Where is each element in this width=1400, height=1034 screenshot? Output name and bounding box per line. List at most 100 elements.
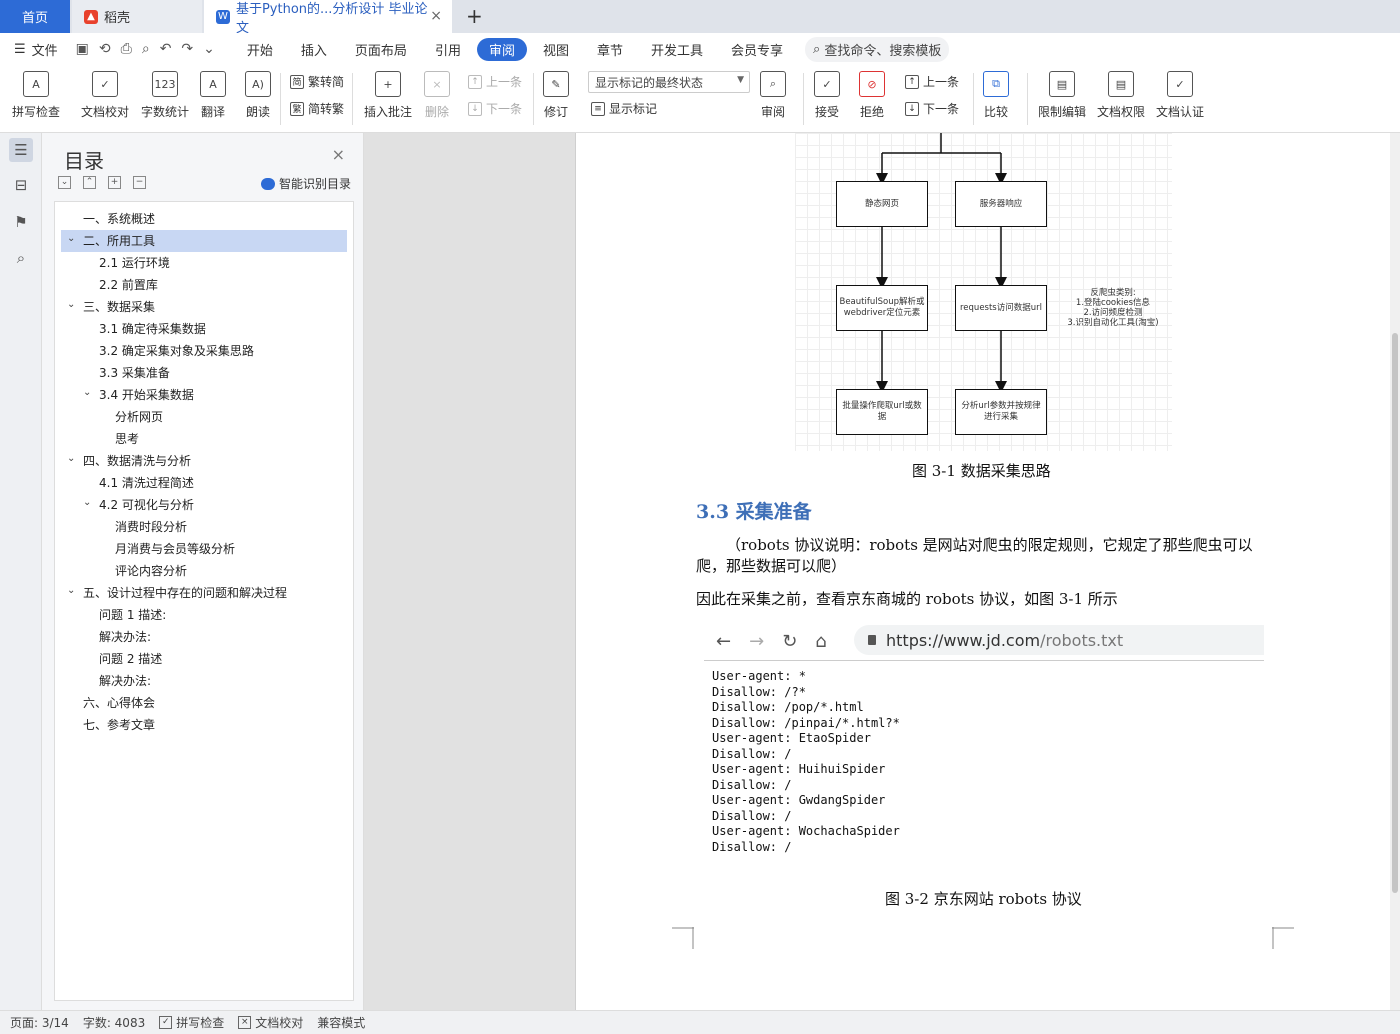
menu-item[interactable]: 章节 <box>585 38 635 61</box>
toc-item[interactable]: 评论内容分析 <box>61 560 347 582</box>
menu-item[interactable]: 会员专享 <box>719 38 795 61</box>
prev-change-button[interactable]: ↑ 上一条 <box>905 73 959 90</box>
search-icon[interactable]: ⌕ <box>9 246 33 270</box>
chevron-down-icon[interactable]: ⌄ <box>67 294 75 316</box>
toc-item[interactable]: 解决办法: <box>61 626 347 648</box>
toc-item[interactable]: ⌄ 二、所用工具 <box>61 230 347 252</box>
tab-document[interactable]: W 基于Python的...分析设计 毕业论文 × <box>204 0 452 36</box>
toc-item-label: 思考 <box>115 432 140 446</box>
status-doc-proof[interactable]: × 文档校对 <box>238 1014 303 1031</box>
tab-home[interactable]: 首页 <box>0 0 70 33</box>
toc-item-label: 解决办法: <box>99 674 152 688</box>
toc-item[interactable]: 问题 1 描述: <box>61 604 347 626</box>
toc-item[interactable]: 六、心得体会 <box>61 692 347 714</box>
toc-item[interactable]: 3.3 采集准备 <box>61 362 347 384</box>
toc-item[interactable]: 一、系统概述 <box>61 208 347 230</box>
toc-panel-icon[interactable]: ☰ <box>9 138 33 162</box>
word-count-button[interactable]: 123 字数统计 <box>141 71 189 120</box>
vertical-scrollbar[interactable] <box>1390 133 1400 1010</box>
toc-item[interactable]: ⌄ 3.4 开始采集数据 <box>61 384 347 406</box>
doc-certify-button[interactable]: ✓ 文档认证 <box>1156 71 1204 120</box>
toc-item[interactable]: 消费时段分析 <box>61 516 347 538</box>
toc-item[interactable]: 3.2 确定采集对象及采集思路 <box>61 340 347 362</box>
customize-icon[interactable]: ⌄ <box>203 41 215 57</box>
display-state-select[interactable]: 显示标记的最终状态 ▼ <box>588 71 750 93</box>
translate-button[interactable]: A 翻译 <box>200 71 226 120</box>
doc-rights-button[interactable]: ▤ 文档权限 <box>1097 71 1145 120</box>
smart-toc-button[interactable]: 智能识别目录 <box>260 175 351 192</box>
remove-level-icon[interactable]: − <box>133 176 146 189</box>
redo-icon[interactable]: ↷ <box>181 41 193 57</box>
collapse-icon[interactable]: ⌃ <box>83 176 96 189</box>
status-spell-check[interactable]: ✓ 拼写检查 <box>159 1014 224 1031</box>
save-icon[interactable]: ▣ <box>76 41 89 57</box>
ribbon-divider <box>352 73 353 125</box>
toc-item[interactable]: 七、参考文章 <box>61 714 347 736</box>
checkbox-icon: × <box>238 1016 252 1029</box>
spell-check-button[interactable]: A 拼写检查 <box>12 71 60 120</box>
simp-to-trad-button[interactable]: 繁简转繁 <box>290 100 344 117</box>
expand-icon[interactable]: ⌄ <box>58 176 71 189</box>
robots-line: User-agent: GwdangSpider <box>712 793 886 807</box>
toc-item[interactable]: 3.1 确定待采集数据 <box>61 318 347 340</box>
toc-item[interactable]: ⌄ 五、设计过程中存在的问题和解决过程 <box>61 582 347 604</box>
read-aloud-button[interactable]: A) 朗读 <box>245 71 271 120</box>
toc-item-label: 3.1 确定待采集数据 <box>99 322 206 336</box>
insert-comment-button[interactable]: + 插入批注 <box>364 71 412 120</box>
accept-button[interactable]: ✓ 接受 <box>814 71 840 120</box>
menu-item[interactable]: 插入 <box>289 38 339 61</box>
restrict-edit-button[interactable]: ▤ 限制编辑 <box>1038 71 1086 120</box>
menu-item[interactable]: 页面布局 <box>343 38 419 61</box>
document-page[interactable]: 静态网页 服务器响应 BeautifulSoup解析或webdriver定位元素… <box>575 133 1400 1010</box>
close-icon[interactable]: × <box>430 8 442 24</box>
menu-item[interactable]: 审阅 <box>476 37 527 61</box>
new-tab-icon[interactable]: + <box>466 4 483 28</box>
chevron-down-icon[interactable]: ⌄ <box>67 228 75 250</box>
toc-item[interactable]: ⌄ 三、数据采集 <box>61 296 347 318</box>
undo-icon[interactable]: ↶ <box>160 41 172 57</box>
chevron-down-icon[interactable]: ⌄ <box>83 492 91 514</box>
flow-requests: requests访问数据url <box>955 285 1047 331</box>
toc-item[interactable]: 4.1 清洗过程简述 <box>61 472 347 494</box>
toc-item[interactable]: 月消费与会员等级分析 <box>61 538 347 560</box>
print-icon[interactable]: ⎙ <box>121 41 132 57</box>
compare-button[interactable]: ⧉ 比较 <box>983 71 1009 120</box>
scroll-thumb[interactable] <box>1392 333 1398 893</box>
toc-item[interactable]: 分析网页 <box>61 406 347 428</box>
delete-comment-button[interactable]: × 删除 <box>424 71 450 120</box>
toc-item[interactable]: 解决办法: <box>61 670 347 692</box>
add-level-icon[interactable]: + <box>108 176 121 189</box>
chapter-nav-icon[interactable]: ⊟ <box>9 173 33 197</box>
print-preview-icon[interactable]: ⌕ <box>142 41 150 57</box>
chevron-down-icon[interactable]: ⌄ <box>67 580 75 602</box>
page-indicator[interactable]: 页面: 3/14 <box>10 1014 69 1031</box>
file-menu[interactable]: ☰ 文件 <box>14 40 58 59</box>
menu-item[interactable]: 视图 <box>531 38 581 61</box>
command-search[interactable]: ⌕ 查找命令、搜索模板 <box>805 36 950 62</box>
menu-item[interactable]: 引用 <box>423 38 473 61</box>
next-change-button[interactable]: ↓ 下一条 <box>905 100 959 117</box>
chevron-down-icon[interactable]: ⌄ <box>83 382 91 404</box>
show-marks-button[interactable]: ≡ 显示标记 <box>591 100 657 117</box>
word-count[interactable]: 字数: 4083 <box>83 1014 145 1031</box>
toc-item[interactable]: 2.2 前置库 <box>61 274 347 296</box>
menu-item[interactable]: 开始 <box>235 38 285 61</box>
format-painter-icon[interactable]: ⟲ <box>99 41 111 57</box>
review-pane-button[interactable]: ⌕ 审阅 <box>760 71 786 120</box>
menu-item[interactable]: 开发工具 <box>639 38 715 61</box>
tab-daoke[interactable]: ▲ 稻壳 <box>72 0 202 33</box>
toc-item[interactable]: 2.1 运行环境 <box>61 252 347 274</box>
close-icon[interactable]: × <box>332 145 345 164</box>
toc-item[interactable]: 问题 2 描述 <box>61 648 347 670</box>
chevron-down-icon[interactable]: ⌄ <box>67 448 75 470</box>
trad-to-simp-button[interactable]: 简繁转简 <box>290 73 344 90</box>
track-changes-button[interactable]: ✎ 修订 <box>543 71 569 120</box>
bookmark-icon[interactable]: ⚑ <box>9 210 33 234</box>
toc-item[interactable]: 思考 <box>61 428 347 450</box>
doc-proof-button[interactable]: ✓ 文档校对 <box>81 71 129 120</box>
prev-comment-button[interactable]: ↑ 上一条 <box>468 73 522 90</box>
reject-button[interactable]: ⊘ 拒绝 <box>859 71 885 120</box>
toc-item[interactable]: ⌄ 四、数据清洗与分析 <box>61 450 347 472</box>
toc-item[interactable]: ⌄ 4.2 可视化与分析 <box>61 494 347 516</box>
next-comment-button[interactable]: ↓ 下一条 <box>468 100 522 117</box>
